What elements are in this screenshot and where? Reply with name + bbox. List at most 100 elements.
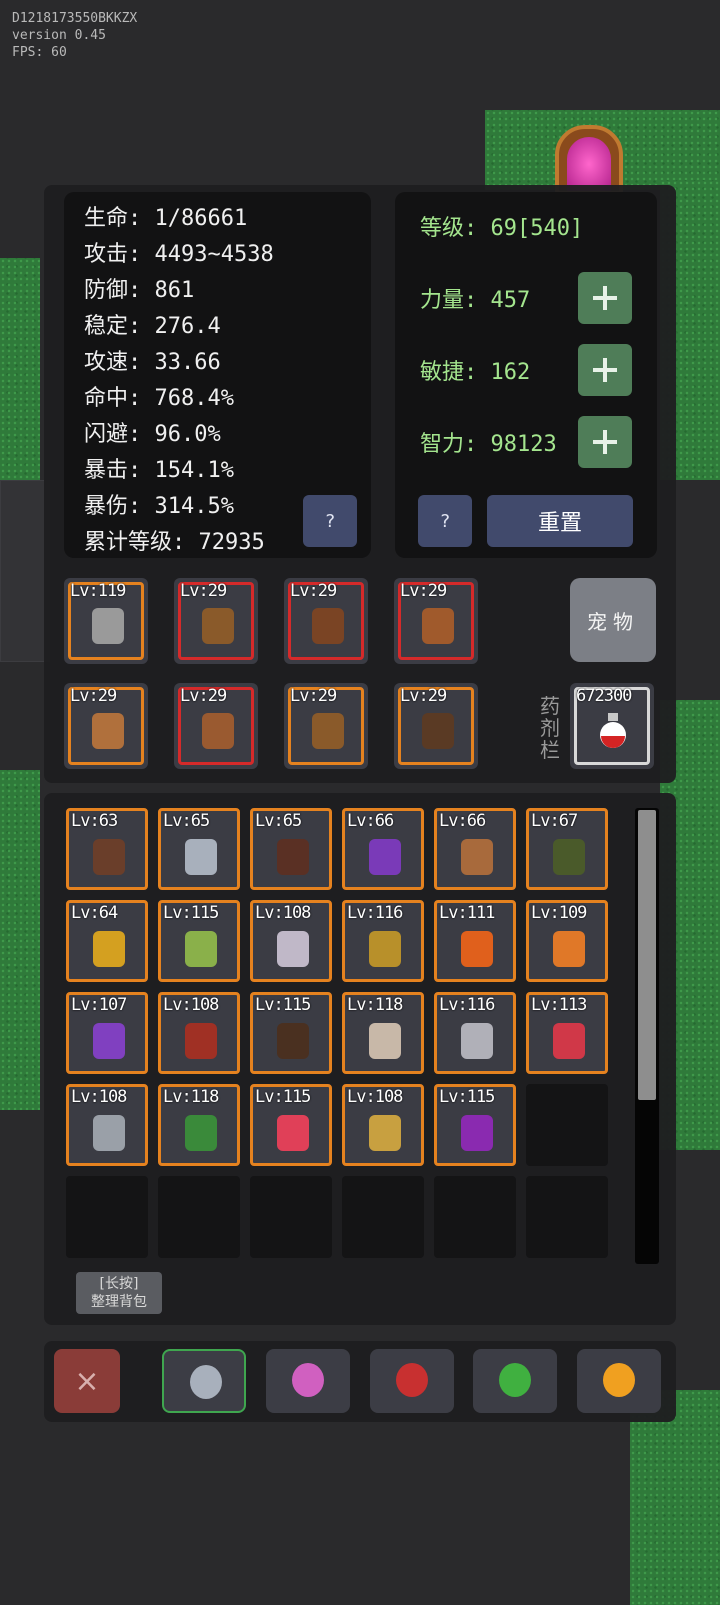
item-level: Lv:115	[255, 1087, 311, 1107]
stat-stability: 稳定: 276.4	[84, 314, 221, 339]
green-amulet-icon	[553, 839, 585, 875]
orange-armor-icon	[553, 931, 585, 967]
item-level: Lv:63	[71, 811, 118, 831]
add-intelligence-button[interactable]	[578, 416, 632, 468]
pet-button[interactable]: 宠物	[570, 578, 656, 662]
item-level: Lv:119	[70, 581, 126, 601]
inventory-item[interactable]: Lv:63	[66, 808, 148, 890]
item-level: Lv:29	[290, 686, 337, 706]
sword-icon	[190, 1365, 222, 1399]
inventory-item[interactable]: Lv:109	[526, 900, 608, 982]
sort-bag-button[interactable]: [长按] 整理背包	[76, 1272, 162, 1314]
inventory-item[interactable]: Lv:66	[342, 808, 424, 890]
inventory-item[interactable]: Lv:113	[526, 992, 608, 1074]
item-level: Lv:115	[163, 903, 219, 923]
item-level: Lv:115	[439, 1087, 495, 1107]
item-level: Lv:29	[400, 581, 447, 601]
close-button[interactable]: ×	[54, 1349, 120, 1413]
inventory-item[interactable]: Lv:115	[158, 900, 240, 982]
item-level: Lv:65	[255, 811, 302, 831]
add-strength-button[interactable]	[578, 272, 632, 324]
empty-inventory-slot[interactable]	[66, 1176, 148, 1258]
inventory-item[interactable]: Lv:107	[66, 992, 148, 1074]
crimson-gloves-icon	[553, 1023, 585, 1059]
fps-counter: FPS: 60	[12, 45, 67, 60]
equipment-slot[interactable]: Lv:29	[394, 578, 478, 664]
version-text: version 0.45	[12, 28, 106, 43]
inventory-item[interactable]: Lv:108	[250, 900, 332, 982]
violet-boots-icon	[93, 1023, 125, 1059]
grass-terrain	[0, 258, 40, 508]
tab-gems[interactable]	[266, 1349, 350, 1413]
grass-terrain	[0, 770, 40, 1110]
inventory-item[interactable]: Lv:115	[250, 1084, 332, 1166]
equipment-slot[interactable]: Lv:29	[394, 683, 478, 769]
item-level: Lv:116	[439, 995, 495, 1015]
inventory-item[interactable]: Lv:66	[434, 808, 516, 890]
empty-inventory-slot[interactable]	[158, 1176, 240, 1258]
equipment-slot[interactable]: Lv:119	[64, 578, 148, 664]
inventory-item[interactable]: Lv:118	[158, 1084, 240, 1166]
empty-inventory-slot[interactable]	[526, 1176, 608, 1258]
attributes-help-button[interactable]: ?	[418, 495, 472, 547]
item-level: Lv:116	[347, 903, 403, 923]
inventory-item[interactable]: Lv:118	[342, 992, 424, 1074]
inventory-item[interactable]: Lv:65	[158, 808, 240, 890]
empty-inventory-slot[interactable]	[526, 1084, 608, 1166]
leather-cap-icon	[312, 608, 344, 644]
stat-total-level: 累计等级: 72935	[84, 530, 265, 555]
leather-armor-icon	[422, 608, 454, 644]
stat-attack-speed: 攻速: 33.66	[84, 350, 221, 375]
tab-potions[interactable]	[370, 1349, 454, 1413]
stat-accuracy: 命中: 768.4%	[84, 386, 234, 411]
scroll-thumb[interactable]	[638, 810, 656, 1100]
golden-helmet-icon	[369, 931, 401, 967]
equipment-slot[interactable]: Lv:29	[174, 578, 258, 664]
equipment-slot[interactable]: Lv:29	[284, 578, 368, 664]
inventory-item[interactable]: Lv:65	[250, 808, 332, 890]
stat-defense: 防御: 861	[84, 278, 195, 303]
double-axe-icon	[92, 608, 124, 644]
inventory-item[interactable]: Lv:108	[158, 992, 240, 1074]
tab-eggs[interactable]	[577, 1349, 661, 1413]
inventory-item[interactable]: Lv:115	[434, 1084, 516, 1166]
equipment-slot[interactable]: Lv:29	[174, 683, 258, 769]
inventory-item[interactable]: Lv:108	[66, 1084, 148, 1166]
tab-herbs[interactable]	[473, 1349, 557, 1413]
empty-inventory-slot[interactable]	[342, 1176, 424, 1258]
gold-ring-icon	[93, 931, 125, 967]
inventory-item[interactable]: Lv:116	[342, 900, 424, 982]
dark-helmet-icon	[277, 839, 309, 875]
inventory-item[interactable]: Lv:67	[526, 808, 608, 890]
item-level: Lv:29	[180, 686, 227, 706]
inventory-item[interactable]: Lv:116	[434, 992, 516, 1074]
inventory-item[interactable]: Lv:64	[66, 900, 148, 982]
item-level: Lv:108	[163, 995, 219, 1015]
inventory-item[interactable]: Lv:115	[250, 992, 332, 1074]
inventory-scrollbar[interactable]	[635, 808, 659, 1264]
stats-help-button[interactable]: ?	[303, 495, 357, 547]
bone-armor-icon	[369, 1023, 401, 1059]
debug-overlay: D1218173550BKKZX version 0.45 FPS: 60	[12, 10, 137, 61]
egg-icon	[603, 1363, 635, 1397]
empty-inventory-slot[interactable]	[250, 1176, 332, 1258]
tab-equipment[interactable]	[162, 1349, 246, 1413]
round-shield-icon	[202, 608, 234, 644]
knight-helmet-icon	[93, 1115, 125, 1151]
item-level: Lv:113	[531, 995, 587, 1015]
reset-button[interactable]: 重置	[487, 495, 633, 547]
inventory-item[interactable]: Lv:108	[342, 1084, 424, 1166]
equipment-slot[interactable]: Lv:29	[284, 683, 368, 769]
red-boots-icon	[277, 1115, 309, 1151]
add-agility-button[interactable]	[578, 344, 632, 396]
iron-shield-icon	[277, 1023, 309, 1059]
empty-inventory-slot[interactable]	[434, 1176, 516, 1258]
item-level: Lv:108	[347, 1087, 403, 1107]
potion-slot[interactable]: 672300	[570, 683, 654, 769]
inventory-item[interactable]: Lv:111	[434, 900, 516, 982]
leaf-icon	[499, 1363, 531, 1397]
leather-boots-icon	[202, 713, 234, 749]
item-level: Lv:108	[71, 1087, 127, 1107]
brown-gloves-icon	[461, 839, 493, 875]
equipment-slot[interactable]: Lv:29	[64, 683, 148, 769]
